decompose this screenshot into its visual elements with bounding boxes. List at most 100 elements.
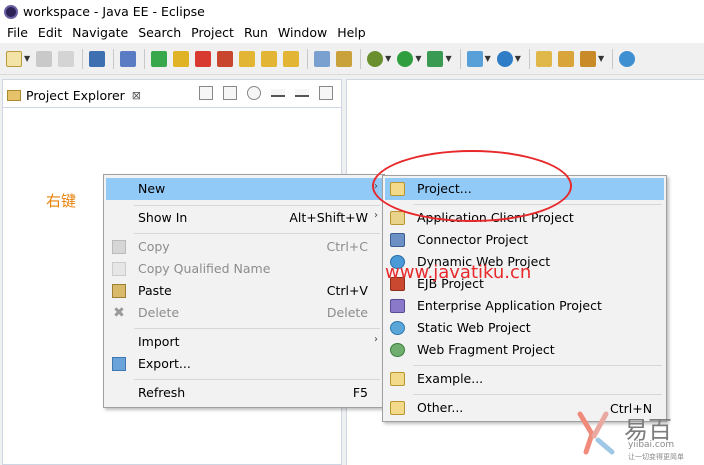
menu-item-new[interactable]: New › [106,178,382,200]
menu-run[interactable]: Run [239,23,273,43]
use-step-filters-icon[interactable] [336,50,353,67]
tab-project-explorer[interactable]: Project Explorer ⊠ [7,83,141,107]
maximize-icon[interactable] [319,86,333,100]
folder-icon [7,89,21,101]
link-with-editor-icon[interactable] [223,86,237,100]
eclipse-logo-icon [4,4,18,19]
menu-help[interactable]: Help [332,23,371,43]
run-dropdown-icon[interactable]: ▼ [415,54,421,63]
menu-file[interactable]: File [2,23,33,43]
external-tool-dropdown-icon[interactable]: ▼ [445,54,451,63]
menu-item-show-in[interactable]: Show In Alt+Shift+W › [106,207,382,229]
deploy-dropdown-icon[interactable]: ▼ [598,54,604,63]
menu-item-refresh[interactable]: Refresh F5 [106,382,382,404]
menu-item-label: New [138,181,166,196]
globe-icon[interactable] [619,50,636,67]
yiibai-logo-icon [577,411,615,455]
save-icon[interactable] [36,50,53,67]
debug-icon[interactable] [367,50,384,67]
other-wizard-icon [390,401,405,415]
submenu-arrow-icon: › [374,210,378,221]
toolbar-separator [113,48,115,69]
menu-edit[interactable]: Edit [33,23,67,43]
enterprise-app-project-icon [390,299,405,313]
open-task-icon[interactable] [557,50,574,67]
menu-item-accelerator: F5 [352,385,368,400]
run-external-tool-icon[interactable] [427,50,444,67]
step-over-icon[interactable] [261,50,278,67]
skip-breakpoints-icon[interactable] [120,50,137,67]
menu-item-copy-qualified-name[interactable]: Copy Qualified Name [106,258,382,280]
server-dropdown-icon[interactable]: ▼ [485,54,491,63]
yiibai-logo: 易百 yiibai.com 让一切变得更简单 [576,408,701,462]
menu-navigate[interactable]: Navigate [67,23,133,43]
run-icon[interactable] [397,50,414,67]
menu-item-label: Show In [138,210,188,225]
submenu-item-label: Other... [417,400,464,415]
menu-item-import[interactable]: Import › [106,331,382,353]
step-into-icon[interactable] [239,50,256,67]
submenu-arrow-icon: › [374,334,378,345]
toolbar-separator [360,48,362,69]
logo-slogan: 让一切变得更简单 [628,453,684,461]
menu-item-label: Import [138,334,180,349]
disconnect-icon[interactable] [217,50,234,67]
submenu-item-enterprise-application-project[interactable]: Enterprise Application Project [385,295,664,317]
menu-item-delete[interactable]: ✖ Delete Delete [106,302,382,324]
view-toolbar [189,86,333,100]
toolbar-separator [82,48,84,69]
menu-item-paste[interactable]: Paste Ctrl+V [106,280,382,302]
menu-bar: File Edit Navigate Search Project Run Wi… [0,23,704,43]
right-click-annotation: 右键 [46,192,77,210]
submenu-item-label: Connector Project [417,232,529,247]
debug-dropdown-icon[interactable]: ▼ [385,54,391,63]
menu-item-export[interactable]: Export... [106,353,382,375]
submenu-item-label: Web Fragment Project [417,342,555,357]
menu-separator [134,379,380,380]
submenu-item-label: Enterprise Application Project [417,298,602,313]
web-fragment-project-icon [390,343,405,357]
save-all-icon[interactable] [58,50,75,67]
step-return-icon[interactable] [283,50,300,67]
menu-item-label: Delete [138,305,180,320]
menu-separator [134,233,380,234]
paste-icon [112,284,126,298]
menu-item-accelerator: Alt+Shift+W [289,210,368,225]
menu-item-copy[interactable]: Copy Ctrl+C [106,236,382,258]
resume-icon[interactable] [151,50,168,67]
new-dropdown-icon[interactable]: ▼ [24,54,30,63]
menu-window[interactable]: Window [273,23,332,43]
terminal-icon[interactable] [89,50,106,67]
menu-item-label: Copy Qualified Name [138,261,271,276]
submenu-item-web-fragment-project[interactable]: Web Fragment Project [385,339,664,361]
submenu-item-example[interactable]: Example... [385,368,664,390]
focus-icon[interactable] [247,86,261,100]
drop-to-frame-icon[interactable] [314,50,331,67]
highlight-ellipse [372,150,572,222]
menu-separator [413,365,662,366]
submenu-item-connector-project[interactable]: Connector Project [385,229,664,251]
toolbar-separator [307,48,309,69]
open-type-icon[interactable] [535,50,552,67]
view-menu-icon[interactable] [271,89,285,97]
new-server-icon[interactable] [466,50,483,67]
terminate-icon[interactable] [195,50,212,67]
copy-qualified-icon [112,262,126,276]
connector-project-icon [390,233,405,247]
close-icon[interactable]: ⊠ [132,89,141,102]
menu-item-label: Paste [138,283,172,298]
submenu-item-static-web-project[interactable]: Static Web Project [385,317,664,339]
menu-separator [413,394,662,395]
class-dropdown-icon[interactable]: ▼ [515,54,521,63]
new-icon[interactable] [6,50,22,67]
menu-project[interactable]: Project [186,23,239,43]
menu-search[interactable]: Search [133,23,186,43]
collapse-all-icon[interactable] [199,86,213,100]
deploy-icon[interactable] [579,50,596,67]
new-class-icon[interactable] [496,50,513,67]
window-title: workspace - Java EE - Eclipse [23,4,205,19]
project-explorer-tabbar: Project Explorer ⊠ [2,79,342,107]
suspend-icon[interactable] [173,50,190,67]
copy-icon [112,240,126,254]
minimize-icon[interactable] [295,89,309,97]
